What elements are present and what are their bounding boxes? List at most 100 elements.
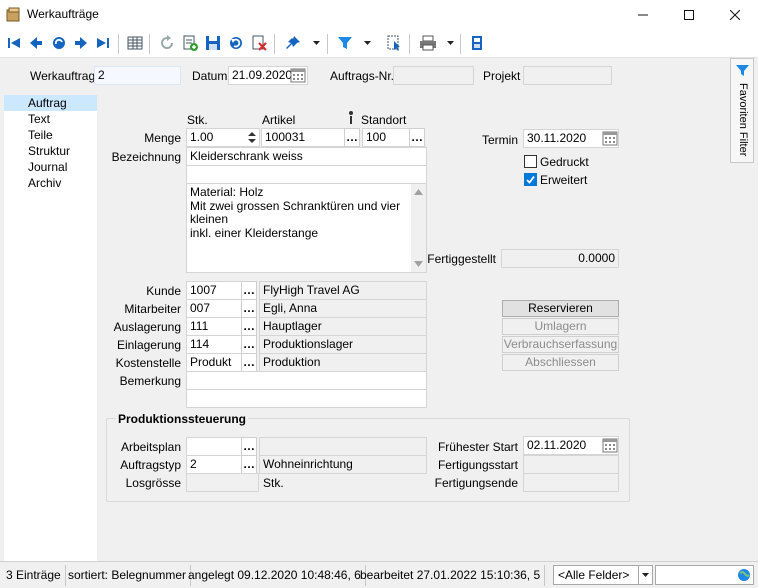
pin-dropdown[interactable]	[312, 33, 321, 53]
auftragstyp-lookup-button[interactable]: …	[241, 455, 257, 474]
erweitert-checkbox[interactable]	[524, 173, 537, 186]
next-icon	[75, 37, 87, 49]
save-icon	[206, 36, 220, 50]
mitarbeiter-lookup-button[interactable]: …	[241, 299, 257, 318]
chevron-down-icon	[364, 41, 371, 45]
standort-field[interactable]: 100	[362, 128, 410, 147]
first-record-button[interactable]	[4, 33, 24, 53]
toolbar-separator	[460, 34, 461, 54]
close-button[interactable]	[712, 0, 758, 30]
gedruckt-checkbox[interactable]	[524, 155, 537, 168]
print-button[interactable]	[418, 33, 438, 53]
filter-icon	[736, 65, 749, 76]
bezeichnung-label: Bezeichnung	[111, 150, 181, 164]
memo-line: Mit zwei grossen Schranktüren und vier	[190, 198, 401, 213]
undo-button[interactable]	[226, 33, 246, 53]
calendar-icon[interactable]	[602, 131, 618, 146]
save-button[interactable]	[203, 33, 223, 53]
auslagerung-lookup-button[interactable]: …	[241, 317, 257, 336]
first-icon	[8, 38, 20, 48]
section-nav: Auftrag Text Teile Struktur Journal Arch…	[4, 95, 97, 561]
artikel-field[interactable]: 100031	[261, 128, 345, 147]
kunde-field[interactable]: 1007	[186, 281, 242, 300]
toolbar-separator	[327, 34, 328, 54]
kunde-lookup-button[interactable]: …	[241, 281, 257, 300]
field-select-toggle[interactable]	[638, 566, 652, 584]
favoriten-filter-tab[interactable]: Favoriten Filter	[730, 58, 754, 163]
menge-stepper[interactable]	[245, 129, 259, 146]
kostenstelle-field[interactable]: Produkt	[186, 353, 242, 372]
werkauftrag-field[interactable]: 2	[94, 66, 181, 85]
field-select[interactable]: <Alle Felder>	[553, 565, 653, 585]
nav-item-teile[interactable]: Teile	[4, 127, 97, 143]
select-icon	[387, 35, 400, 51]
filter-dropdown[interactable]	[363, 33, 372, 53]
bemerkung-field[interactable]	[186, 371, 427, 390]
table-icon	[127, 36, 143, 50]
mitarbeiter-field[interactable]: 007	[186, 299, 242, 318]
stk-column-label: Stk.	[187, 113, 208, 127]
projekt-field	[523, 66, 612, 85]
einlagerung-label: Einlagerung	[116, 338, 181, 352]
toolbar-separator	[409, 34, 410, 54]
goto-record-button[interactable]	[49, 33, 69, 53]
nav-item-journal[interactable]: Journal	[4, 159, 97, 175]
auftragstyp-field[interactable]: 2	[186, 455, 242, 474]
toolbar	[0, 30, 758, 58]
einlagerung-lookup-button[interactable]: …	[241, 335, 257, 354]
minimize-button[interactable]	[620, 0, 666, 30]
prev-record-button[interactable]	[26, 33, 46, 53]
bemerkung-label: Bemerkung	[119, 374, 181, 388]
artikel-column-label: Artikel	[262, 113, 296, 127]
standort-lookup-button[interactable]: …	[409, 128, 425, 147]
select-button[interactable]	[384, 33, 404, 53]
nav-item-text[interactable]: Text	[4, 111, 97, 127]
arbeitsplan-field[interactable]	[186, 437, 242, 456]
table-view-button[interactable]	[125, 33, 145, 53]
calendar-icon[interactable]	[290, 68, 306, 83]
einlagerung-name-field: Produktionslager	[259, 335, 427, 354]
menge-label: Menge	[144, 131, 181, 145]
fertigungsende-field	[523, 473, 619, 492]
umlagern-button[interactable]: Umlagern	[502, 318, 619, 335]
delete-button[interactable]	[249, 33, 269, 53]
erweitert-label: Erweitert	[540, 173, 588, 187]
calendar-icon[interactable]	[602, 438, 618, 453]
verbrauchserfassung-button[interactable]: Verbrauchserfassung	[502, 336, 619, 353]
print-dropdown[interactable]	[446, 33, 455, 53]
last-record-button[interactable]	[93, 33, 113, 53]
bezeichnung-field[interactable]: Kleiderschrank weiss	[186, 147, 427, 166]
arbeitsplan-lookup-button[interactable]: …	[241, 437, 257, 456]
refresh-button[interactable]	[157, 33, 177, 53]
kostenstelle-lookup-button[interactable]: …	[241, 353, 257, 372]
auslagerung-label: Auslagerung	[113, 320, 181, 334]
maximize-button[interactable]	[666, 0, 712, 30]
next-record-button[interactable]	[71, 33, 91, 53]
globe-search-icon[interactable]	[737, 568, 751, 582]
auslagerung-field[interactable]: 111	[186, 317, 242, 336]
bemerkung2-field[interactable]	[186, 389, 427, 408]
fruehester-start-value: 02.11.2020	[527, 438, 587, 452]
memo-text: Material: Holz Mit zwei grossen Schrankt…	[190, 185, 410, 240]
abschliessen-button[interactable]: Abschliessen	[502, 354, 619, 371]
memo-textarea[interactable]: Material: Holz Mit zwei grossen Schrankt…	[186, 183, 427, 273]
close-icon	[730, 10, 740, 20]
arbeitsplan-label: Arbeitsplan	[120, 440, 181, 454]
produktion-title: Produktionssteuerung	[116, 412, 249, 426]
bezeichnung2-field[interactable]	[186, 165, 427, 184]
new-record-button[interactable]	[180, 33, 200, 53]
nav-item-auftrag[interactable]: Auftrag	[4, 95, 97, 111]
view-button[interactable]	[467, 33, 487, 53]
filter-button[interactable]	[335, 33, 355, 53]
kunde-name-field: FlyHigh Travel AG	[259, 281, 427, 300]
pin-button[interactable]	[283, 33, 303, 53]
mitarbeiter-name-field: Egli, Anna	[259, 299, 427, 318]
nav-item-archiv[interactable]: Archiv	[4, 175, 97, 191]
artikel-lookup-button[interactable]: …	[344, 128, 360, 147]
reservieren-button[interactable]: Reservieren	[502, 300, 619, 317]
nav-item-struktur[interactable]: Struktur	[4, 143, 97, 159]
einlagerung-field[interactable]: 114	[186, 335, 242, 354]
search-input[interactable]	[655, 565, 754, 585]
title-bar: Werkaufträge	[0, 0, 758, 30]
delete-icon	[252, 35, 267, 51]
